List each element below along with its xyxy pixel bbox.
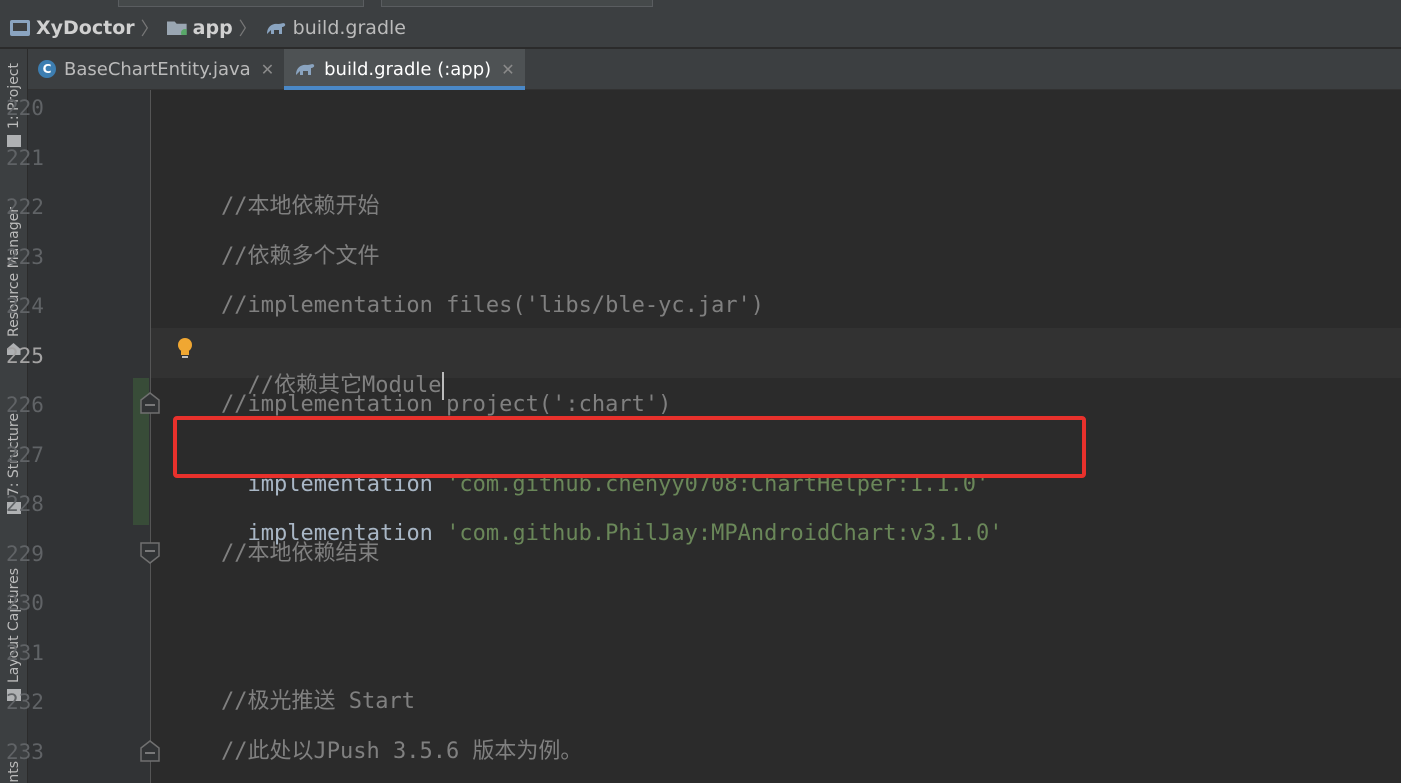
- line-number: 221: [6, 146, 44, 170]
- project-icon: [10, 19, 30, 36]
- cut-off-tool-button[interactable]: nts: [0, 761, 27, 783]
- close-icon[interactable]: ✕: [261, 60, 274, 79]
- tab-build-gradle[interactable]: build.gradle (:app) ✕: [284, 49, 526, 90]
- line-number: 232: [6, 690, 44, 714]
- code-comment: //本地依赖结束: [221, 541, 380, 566]
- breadcrumb-file-label: build.gradle: [292, 16, 406, 39]
- line-number: 220: [6, 96, 44, 120]
- line-number: 223: [6, 245, 44, 269]
- line-number: 227: [6, 443, 44, 467]
- lightbulb-icon[interactable]: [175, 336, 195, 360]
- navigation-bar: XyDoctor 〉 app 〉 build.gradle: [0, 8, 1401, 48]
- fold-start-icon[interactable]: [140, 740, 160, 762]
- chevron-right-icon: 〉: [238, 18, 257, 40]
- run-config-selector[interactable]: [118, 0, 364, 7]
- module-folder-icon: [166, 21, 187, 35]
- editor-tab-bar: C BaseChartEntity.java ✕ build.gradle (:…: [28, 49, 1401, 90]
- code-comment: //此处以JPush 3.5.6 版本为例。: [221, 739, 583, 764]
- cut-off-tool-label: nts: [5, 761, 22, 783]
- tab-label: BaseChartEntity.java: [64, 58, 251, 80]
- device-selector[interactable]: [381, 0, 653, 7]
- line-number-current: 225: [6, 344, 44, 368]
- java-class-icon: C: [38, 60, 56, 78]
- breadcrumb-file[interactable]: build.gradle: [265, 17, 406, 39]
- breadcrumb-module-label: app: [192, 16, 233, 39]
- line-number: 229: [6, 542, 44, 566]
- red-highlight-box: [173, 416, 1086, 478]
- breadcrumb-module[interactable]: app 〉: [166, 15, 265, 41]
- line-number: 230: [6, 591, 44, 615]
- gradle-icon: [266, 22, 285, 34]
- code-comment: //implementation files('libs/ble-yc.jar'…: [221, 293, 765, 318]
- line-number: 224: [6, 294, 44, 318]
- chevron-right-icon: 〉: [140, 18, 159, 40]
- code-comment: //本地依赖开始: [221, 194, 380, 219]
- line-number: 228: [6, 492, 44, 516]
- layout-captures-tool-button[interactable]: Layout Captures: [0, 568, 27, 702]
- line-number: 222: [6, 195, 44, 219]
- line-number: 226: [6, 393, 44, 417]
- line-number: 233: [6, 740, 44, 764]
- fold-start-icon[interactable]: [140, 392, 160, 414]
- gradle-icon: [296, 64, 315, 75]
- resource-manager-tool-button[interactable]: Resource Manager: [0, 207, 27, 356]
- tab-basechartentity[interactable]: C BaseChartEntity.java ✕: [28, 49, 284, 89]
- code-comment: //极光推送 Start: [221, 689, 415, 714]
- breadcrumb-project[interactable]: XyDoctor 〉: [10, 15, 167, 41]
- close-icon[interactable]: ✕: [501, 60, 514, 79]
- tab-label: build.gradle (:app): [324, 58, 492, 80]
- breadcrumb-project-label: XyDoctor: [36, 16, 135, 39]
- layout-captures-label: Layout Captures: [5, 568, 22, 684]
- line-number: 231: [6, 641, 44, 665]
- fold-end-icon[interactable]: [140, 542, 160, 564]
- code-comment: //依赖多个文件: [221, 244, 380, 269]
- code-string: 'com.github.PhilJay:MPAndroidChart:v3.1.…: [446, 521, 1003, 546]
